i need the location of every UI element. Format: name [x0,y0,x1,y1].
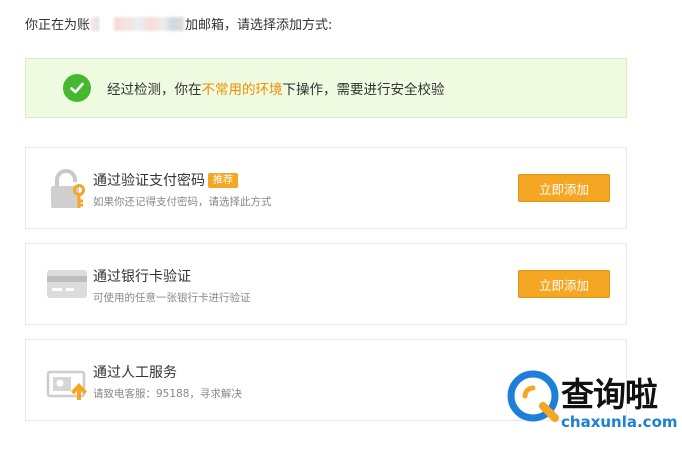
recommend-badge: 推荐 [208,172,238,188]
option-desc: 如果你还记得支付密码，请选择此方式 [93,196,272,208]
notice-highlight: 不常用的环境 [201,82,283,98]
redacted-account-2 [114,16,185,31]
option-title-text: 通过银行卡验证 [93,269,191,285]
option-title-text: 通过人工服务 [93,365,177,381]
notice-text-after: 下操作，需要进行安全校验 [282,82,445,98]
option-title: 通过银行卡验证 [93,266,191,286]
security-notice: 经过检测，你在不常用的环境下操作，需要进行安全校验 [25,58,627,118]
option-title-text: 通过验证支付密码 [93,173,205,189]
bank-card-icon [46,264,90,308]
watermark-url: chaxunla.com [561,413,678,431]
id-card-upload-icon [46,360,90,404]
watermark-name: 查询啦 [561,375,658,414]
redacted-account [91,16,100,31]
lock-key-icon [46,168,90,212]
notice-text: 经过检测，你在不常用的环境下操作，需要进行安全校验 [107,78,445,98]
option-payment-password: 通过验证支付密码 推荐 如果你还记得支付密码，请选择此方式 立即添加 [25,147,627,229]
intro-text: 你正在为账 加邮箱，请选择添加方式: [25,14,332,33]
add-now-button[interactable]: 立即添加 [518,270,610,298]
watermark-logo: 查询啦 chaxunla.com [505,366,678,436]
option-bank-card: 通过银行卡验证 可使用的任意一张银行卡进行验证 立即添加 [25,243,627,325]
option-title: 通过人工服务 [93,362,177,382]
magnifier-logo-icon [507,370,559,422]
option-desc: 请致电客服：95188，寻求解决 [93,388,242,400]
notice-text-before: 经过检测，你在 [107,82,202,98]
option-title: 通过验证支付密码 推荐 [93,170,238,190]
intro-prefix: 你正在为账 [25,18,91,33]
check-icon [63,74,91,102]
add-now-button[interactable]: 立即添加 [518,174,610,202]
intro-suffix: 加邮箱，请选择添加方式: [185,18,333,33]
option-desc: 可使用的任意一张银行卡进行验证 [93,292,251,304]
